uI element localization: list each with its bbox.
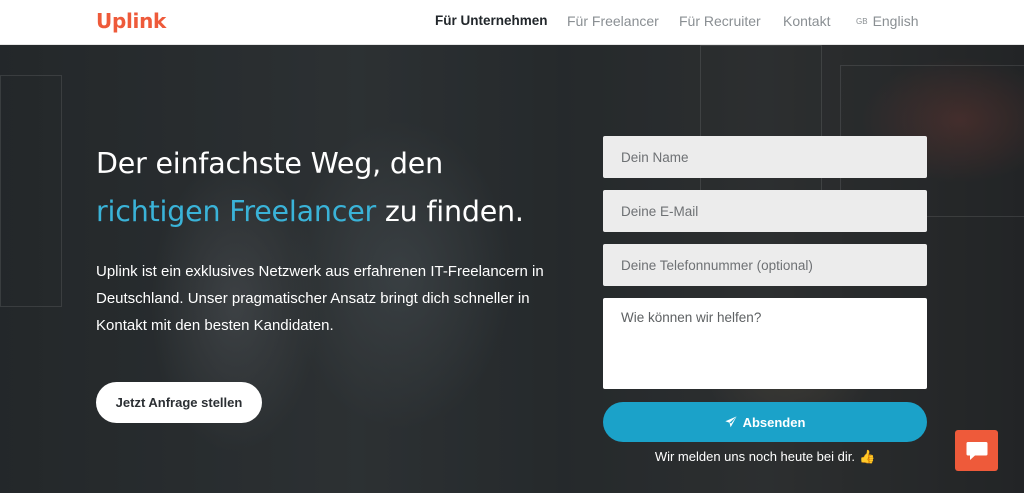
submit-button[interactable]: Absenden <box>603 402 927 442</box>
language-switch-english[interactable]: GB English <box>856 13 918 29</box>
submit-label: Absenden <box>742 414 806 430</box>
gb-flag-icon: GB <box>856 17 868 26</box>
headline-highlight: richtigen Freelancer <box>96 195 377 228</box>
headline-part-2: zu finden. <box>384 195 524 228</box>
response-note-text: Wir melden uns noch heute bei dir. <box>654 449 855 464</box>
chat-widget-button[interactable] <box>955 430 998 471</box>
hero-lead-text: Uplink ist ein exklusives Netzwerk aus e… <box>96 263 544 334</box>
paper-plane-icon <box>724 416 737 428</box>
nav-item-fuer-unternehmen[interactable]: Für Unternehmen <box>435 13 548 28</box>
thumbs-up-icon: 👍 <box>858 449 876 464</box>
message-textarea[interactable] <box>603 298 927 389</box>
response-note: Wir melden uns noch heute bei dir. 👍 <box>603 449 927 465</box>
chat-bubble-icon <box>966 441 987 460</box>
request-cta-button[interactable]: Jetzt Anfrage stellen <box>96 382 262 423</box>
hero-headline: Der einfachste Weg, den richtigen Freelan… <box>96 140 596 236</box>
phone-input[interactable] <box>603 244 927 286</box>
nav-item-fuer-freelancer[interactable]: Für Freelancer <box>567 13 659 29</box>
headline-part-1: Der einfachste Weg, den <box>96 147 443 180</box>
name-input[interactable] <box>603 136 927 178</box>
email-input[interactable] <box>603 190 927 232</box>
nav-item-fuer-recruiter[interactable]: Für Recruiter <box>679 13 761 29</box>
nav-item-kontakt[interactable]: Kontakt <box>783 13 830 29</box>
main-nav: Für Unternehmen Für Freelancer Für Recru… <box>0 13 1024 33</box>
top-navigation-bar: Uplink Für Unternehmen Für Freelancer Fü… <box>0 0 1024 45</box>
language-label: English <box>872 13 919 29</box>
background-window-pane <box>0 75 62 307</box>
